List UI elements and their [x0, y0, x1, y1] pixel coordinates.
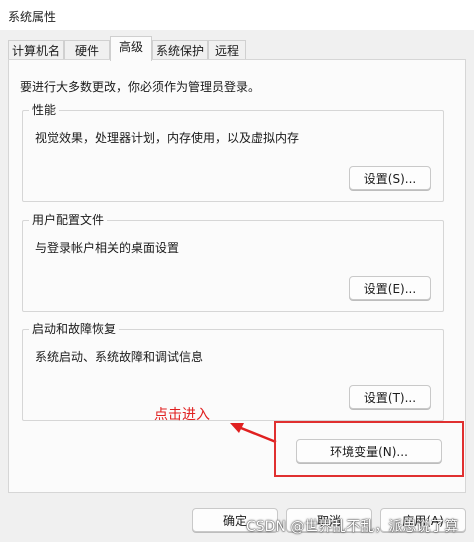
title-bar: 系统属性	[0, 0, 474, 30]
startup-recovery-settings-button[interactable]: 设置(T)...	[349, 385, 431, 409]
environment-variables-button[interactable]: 环境变量(N)...	[296, 439, 442, 463]
startup-recovery-group: 启动和故障恢复 系统启动、系统故障和调试信息 设置(T)...	[22, 321, 444, 421]
user-profiles-settings-button[interactable]: 设置(E)...	[349, 276, 431, 300]
performance-settings-button[interactable]: 设置(S)...	[349, 166, 431, 190]
performance-group: 性能 视觉效果，处理器计划，内存使用，以及虚拟内存 设置(S)...	[22, 102, 444, 202]
user-profiles-group: 用户配置文件 与登录帐户相关的桌面设置 设置(E)...	[22, 212, 444, 312]
annotation-text: 点击进入	[154, 407, 210, 423]
annotation-arrow-icon	[230, 423, 277, 444]
user-profiles-desc: 与登录帐户相关的桌面设置	[35, 241, 180, 255]
tab-computer-name[interactable]: 计算机名	[8, 40, 64, 60]
performance-title: 性能	[29, 102, 60, 118]
window-title: 系统属性	[8, 10, 57, 24]
watermark: CSDN @世界乱不乱，派思说了算	[246, 519, 459, 535]
tab-strip: 计算机名 硬件 高级 系统保护 远程	[8, 36, 466, 61]
tab-system-protection[interactable]: 系统保护	[152, 40, 208, 60]
user-profiles-title: 用户配置文件	[29, 212, 108, 228]
startup-recovery-title: 启动和故障恢复	[29, 321, 120, 337]
performance-desc: 视觉效果，处理器计划，内存使用，以及虚拟内存	[35, 131, 300, 145]
admin-note: 要进行大多数更改，你必须作为管理员登录。	[20, 80, 261, 94]
tab-hardware[interactable]: 硬件	[64, 40, 110, 60]
tab-advanced[interactable]: 高级	[110, 36, 152, 61]
tab-remote[interactable]: 远程	[208, 40, 246, 60]
startup-recovery-desc: 系统启动、系统故障和调试信息	[35, 350, 204, 364]
